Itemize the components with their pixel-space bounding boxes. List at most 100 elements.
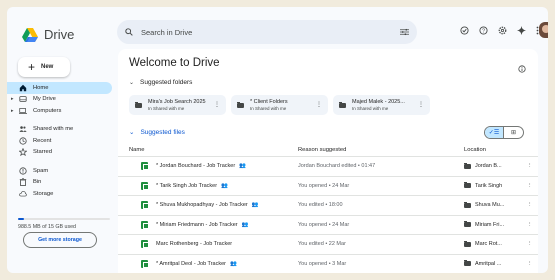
suggested-folders-toggle[interactable]: ⌄ Suggested folders [129,79,192,86]
reason-suggested: You edited • 22 Mar [298,241,346,248]
suggested-files-toggle[interactable]: ⌄ Suggested files [129,128,185,137]
bin-icon [19,178,27,187]
file-location[interactable]: Tarik Singh [475,183,502,189]
search-options-icon[interactable] [400,28,409,36]
suggested-files-heading: Suggested files [140,128,185,136]
sidebar-item-label: Starred [33,149,53,156]
file-name: * Shuva Mukhopadhyay - Job Tracker [156,202,248,209]
grid-view-button[interactable]: ⊞ [504,127,523,138]
sidebar-item-label: Shared with me [33,126,74,133]
sidebar-item-shared-with-me[interactable]: Shared with me [7,124,115,136]
storage-usage-text: 988.5 MB of 15 GB used [18,224,77,230]
column-header-reason: Reason suggested [298,147,347,153]
file-name: * Miriam Friedmann - Job Tracker [156,221,238,228]
folder-location: In Shared with me [250,106,287,111]
expand-caret-icon[interactable]: ▸ [11,96,14,102]
sidebar-item-label: Home [33,84,49,91]
folder-name: Mira's Job Search 2025 [148,99,206,105]
info-icon[interactable] [518,60,526,78]
sidebar-item-bin[interactable]: Bin [7,177,115,189]
more-actions-icon[interactable]: ⋮ [214,101,220,108]
shared-folder-icon [135,101,142,108]
file-location[interactable]: Shuva Mu... [475,202,504,208]
more-actions-icon[interactable]: ⋮ [527,261,533,267]
table-row[interactable]: Marc Rothenberg - Job Tracker You edited… [118,235,538,255]
sidebar-item-recent[interactable]: Recent [7,135,115,147]
table-row[interactable]: * Tarik Singh Job Tracker 👥 You opened • … [118,177,538,196]
folder-card[interactable]: Majed Malek - 2025... In Shared with me ⋮ [333,95,430,115]
more-actions-icon[interactable]: ⋮ [527,202,533,208]
app-name: Drive [44,27,75,42]
star-icon [19,148,27,157]
more-actions-icon[interactable]: ⋮ [418,101,424,108]
shared-folder-icon [464,162,471,169]
settings-gear-icon[interactable] [497,25,507,35]
sidebar-item-storage[interactable]: Storage [7,188,115,200]
shared-people-icon: 👥 [230,260,237,267]
folder-card[interactable]: * Client Folders In Shared with me ⋮ [231,95,328,115]
shared-people-icon: 👥 [239,163,247,170]
sidebar-item-computers[interactable]: ▸ Computers [7,105,115,117]
files-table-body: * Jordan Bouchard - Job Tracker 👥 Jordan … [118,157,538,273]
sidebar-item-spam[interactable]: Spam [7,165,115,177]
reason-suggested: You opened • 3 Mar [298,260,347,267]
file-name: * Amritpal Deol - Job Tracker [156,260,226,267]
get-more-storage-button[interactable]: Get more storage [23,232,97,248]
shared-folder-icon [464,260,471,267]
folder-name: * Client Folders [250,99,288,105]
sidebar-item-home[interactable]: Home [7,82,112,94]
sidebar-item-label: Recent [33,137,52,144]
more-actions-icon[interactable]: ⋮ [316,101,322,108]
header-actions: ? [459,25,545,35]
search-bar[interactable] [117,20,417,44]
suggested-folders-heading: Suggested folders [140,79,193,86]
table-row[interactable]: * Amritpal Deol - Job Tracker 👥 You opene… [118,255,538,274]
sidebar-item-label: Storage [33,190,54,197]
expand-caret-icon[interactable]: ▸ [11,108,14,114]
spreadsheet-icon [141,240,149,249]
search-icon [125,28,133,36]
table-row[interactable]: * Shuva Mukhopadhyay - Job Tracker 👥 You … [118,196,538,216]
spreadsheet-icon [141,201,149,210]
new-button-label: New [41,64,54,70]
more-actions-icon[interactable]: ⋮ [527,222,533,228]
table-row[interactable]: * Jordan Bouchard - Job Tracker 👥 Jordan … [118,157,538,177]
help-icon[interactable]: ? [478,25,488,35]
sidebar-nav: Home ▸ My Drive ▸ Computers Shared with … [7,82,115,200]
list-view-button[interactable]: ✓ ☰ [485,127,505,138]
shared-people-icon: 👥 [251,202,259,209]
cloud-icon [19,190,27,198]
file-location[interactable]: Jordan B... [475,163,502,169]
sidebar-item-starred[interactable]: Starred [7,147,115,159]
chevron-down-icon: ⌄ [129,80,135,86]
file-location[interactable]: Amritpal ... [475,261,501,267]
more-actions-icon[interactable]: ⋮ [527,241,533,247]
file-location[interactable]: Marc Rot... [475,241,502,247]
more-actions-icon[interactable]: ⋮ [527,183,533,189]
offline-status-icon[interactable] [459,25,469,35]
shared-people-icon: 👥 [221,182,228,189]
gemini-sparkle-icon[interactable] [516,25,526,35]
svg-text:?: ? [482,28,485,34]
file-name: Marc Rothenberg - Job Tracker [156,241,233,248]
shared-people-icon: 👥 [241,221,249,228]
people-icon [19,125,27,133]
spreadsheet-icon [141,220,149,229]
spreadsheet-icon [141,181,149,190]
more-actions-icon[interactable]: ⋮ [527,163,533,169]
new-button[interactable]: + New [18,57,70,77]
computer-icon [19,107,27,115]
storage-usage-fill [18,218,25,220]
folder-card[interactable]: Mira's Job Search 2025 In Shared with me … [129,95,226,115]
file-name: * Tarik Singh Job Tracker [156,182,218,189]
sidebar-item-my-drive[interactable]: ▸ My Drive [7,94,115,106]
table-row[interactable]: * Miriam Friedmann - Job Tracker 👥 You op… [118,216,538,235]
column-header-name[interactable]: Name [129,147,144,153]
account-avatar[interactable] [539,22,548,38]
folder-location: In Shared with me [352,106,389,111]
file-location[interactable]: Miriam Fri... [475,222,504,228]
shared-folder-icon [464,240,471,247]
drive-logo[interactable]: Drive [22,27,74,42]
reason-suggested: You opened • 24 Mar [298,182,350,189]
search-input[interactable] [141,27,381,37]
